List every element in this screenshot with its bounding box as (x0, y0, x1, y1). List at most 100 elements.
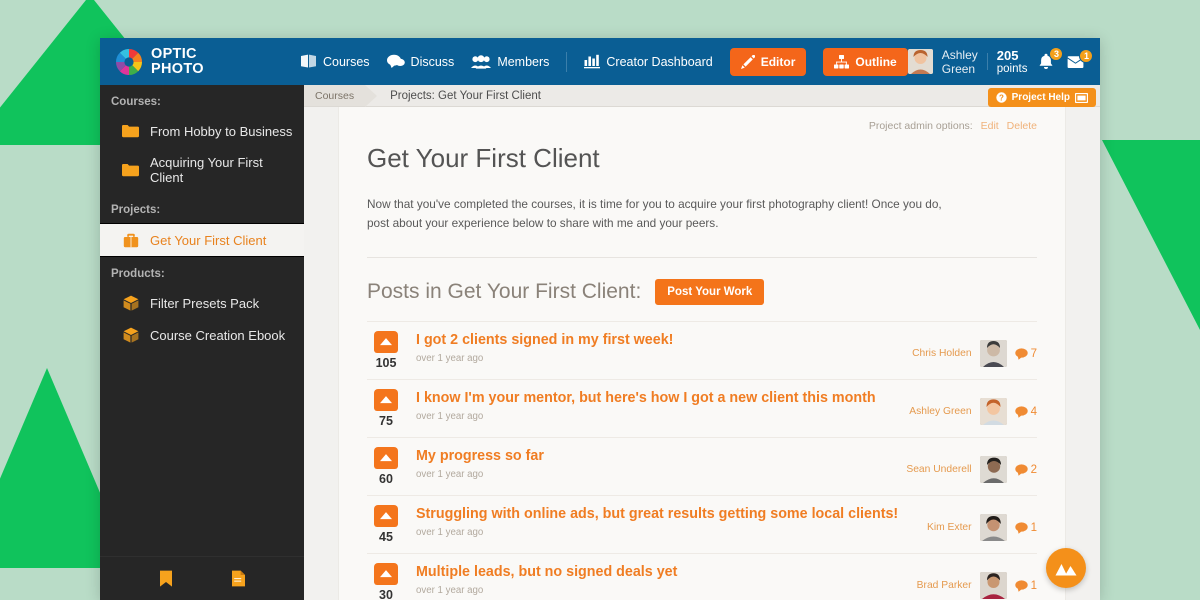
posts-list: 105 I got 2 clients signed in my first w… (367, 321, 1037, 600)
outline-button[interactable]: Outline (823, 47, 908, 76)
avatar[interactable] (979, 340, 1007, 367)
comment-count[interactable]: 4 (1014, 405, 1037, 418)
box-icon (122, 295, 139, 311)
file-document-icon[interactable] (230, 570, 247, 587)
admin-edit-link[interactable]: Edit (981, 120, 999, 132)
post-meta: Sean Underell 2 (906, 447, 1037, 483)
brand-logo[interactable]: OPTIC PHOTO (114, 47, 300, 77)
user-name[interactable]: Ashley Green (942, 48, 979, 76)
post-main: Struggling with online ads, but great re… (416, 505, 916, 538)
posts-heading: Posts in Get Your First Client: (367, 280, 642, 303)
avatar[interactable] (979, 456, 1007, 483)
table-row[interactable]: 75 I know I'm your mentor, but here's ho… (367, 379, 1037, 437)
post-author[interactable]: Ashley Green (909, 406, 971, 417)
nav-item-discuss-label: Discuss (410, 54, 455, 69)
table-row[interactable]: 60 My progress so far over 1 year ago Se… (367, 437, 1037, 495)
comment-bubble-icon (1014, 463, 1028, 476)
admin-options-label: Project admin options: (868, 120, 973, 132)
nav-item-members[interactable]: Members (471, 55, 549, 69)
bar-chart-icon (584, 54, 601, 69)
top-navbar: OPTIC PHOTO Courses Discuss Members Crea… (100, 38, 1100, 85)
points-value: 205 (996, 48, 1019, 63)
comment-count-value: 2 (1030, 463, 1037, 476)
post-title-link[interactable]: I got 2 clients signed in my first week! (416, 332, 901, 348)
book-icon (300, 54, 317, 69)
sidebar-item-label: Filter Presets Pack (150, 295, 260, 311)
outline-button-label: Outline (855, 54, 897, 69)
content-scroll-area[interactable]: Project admin options: Edit Delete Get Y… (304, 107, 1100, 600)
breadcrumb-current: Projects: Get Your First Client (390, 89, 541, 102)
post-author[interactable]: Brad Parker (917, 580, 972, 591)
post-author[interactable]: Sean Underell (906, 464, 971, 475)
post-title-link[interactable]: Struggling with online ads, but great re… (416, 506, 916, 522)
post-meta: Ashley Green 4 (909, 389, 1037, 425)
notifications-bell[interactable]: 3 (1036, 47, 1064, 70)
pencil-icon (740, 54, 755, 69)
breadcrumb: Courses Projects: Get Your First Client … (304, 84, 1100, 107)
user-avatar[interactable] (907, 49, 933, 74)
sidebar-item-label: Get Your First Client (150, 232, 267, 248)
vote-count: 45 (379, 530, 393, 544)
post-title-link[interactable]: I know I'm your mentor, but here's how I… (416, 390, 898, 406)
comment-count-value: 4 (1030, 405, 1037, 418)
divider (367, 257, 1037, 258)
sidebar-item-filter-presets-pack[interactable]: Filter Presets Pack (100, 287, 304, 319)
comment-count[interactable]: 2 (1014, 463, 1037, 476)
box-icon (122, 327, 139, 343)
post-author[interactable]: Kim Exter (927, 522, 972, 533)
points-label: points (996, 63, 1028, 75)
sidebar-item-label: Course Creation Ebook (150, 327, 286, 343)
comment-count[interactable]: 1 (1014, 579, 1037, 592)
people-icon (471, 54, 492, 69)
nav-item-discuss[interactable]: Discuss (386, 54, 455, 69)
bookmark-icon[interactable] (158, 570, 175, 587)
sidebar-item-acquiring-your-first-client[interactable]: Acquiring Your First Client (100, 147, 304, 193)
nav-item-members-label: Members (497, 54, 550, 69)
window-icon (1075, 92, 1088, 103)
nav-item-courses[interactable]: Courses (300, 54, 370, 69)
question-circle-icon: ? (995, 92, 1007, 103)
brand-wordmark: OPTIC PHOTO (151, 47, 204, 76)
post-your-work-button[interactable]: Post Your Work (655, 279, 765, 305)
post-main: I got 2 clients signed in my first week!… (416, 331, 901, 364)
upvote-button[interactable] (374, 563, 398, 585)
breadcrumb-courses-link[interactable]: Courses (304, 85, 366, 106)
post-timestamp: over 1 year ago (416, 585, 484, 596)
floating-action-button[interactable] (1046, 548, 1086, 588)
post-author[interactable]: Chris Holden (912, 348, 972, 359)
messages-envelope[interactable]: 1 (1065, 48, 1094, 69)
project-help-button[interactable]: ? Project Help (987, 88, 1096, 107)
admin-delete-link[interactable]: Delete (1007, 120, 1037, 132)
hamburger-icon[interactable] (1097, 51, 1100, 73)
avatar[interactable] (979, 514, 1007, 541)
messages-badge: 1 (1079, 48, 1094, 63)
editor-button[interactable]: Editor (729, 47, 807, 76)
comment-count-value: 1 (1030, 521, 1037, 534)
table-row[interactable]: 45 Struggling with online ads, but great… (367, 495, 1037, 553)
sidebar-heading-projects: Projects: (111, 204, 161, 216)
post-main: I know I'm your mentor, but here's how I… (416, 389, 898, 422)
comment-count[interactable]: 7 (1014, 348, 1037, 360)
user-divider (987, 53, 988, 70)
upvote-button[interactable] (374, 389, 398, 411)
sidebar-item-course-creation-ebook[interactable]: Course Creation Ebook (100, 319, 304, 351)
avatar[interactable] (979, 398, 1007, 425)
post-title-link[interactable]: My progress so far (416, 448, 895, 464)
table-row[interactable]: 105 I got 2 clients signed in my first w… (367, 321, 1037, 379)
nav-item-creator-dashboard[interactable]: Creator Dashboard (584, 54, 713, 69)
sidebar-item-from-hobby-to-business[interactable]: From Hobby to Business (100, 115, 304, 147)
upvote-button[interactable] (374, 505, 398, 527)
upvote-button[interactable] (374, 447, 398, 469)
sidebar-item-get-your-first-client[interactable]: Get Your First Client (100, 223, 304, 257)
post-meta: Chris Holden 7 (912, 331, 1037, 367)
comment-count[interactable]: 1 (1014, 521, 1037, 534)
comment-count-value: 1 (1030, 579, 1037, 592)
post-timestamp: over 1 year ago (416, 411, 484, 422)
vote-block: 60 (367, 447, 405, 486)
table-row[interactable]: 30 Multiple leads, but no signed deals y… (367, 553, 1037, 600)
vote-count: 30 (379, 588, 393, 600)
post-title-link[interactable]: Multiple leads, but no signed deals yet (416, 564, 906, 580)
avatar[interactable] (979, 572, 1007, 599)
upvote-button[interactable] (374, 331, 398, 353)
sidebar-heading-courses: Courses: (111, 96, 161, 108)
